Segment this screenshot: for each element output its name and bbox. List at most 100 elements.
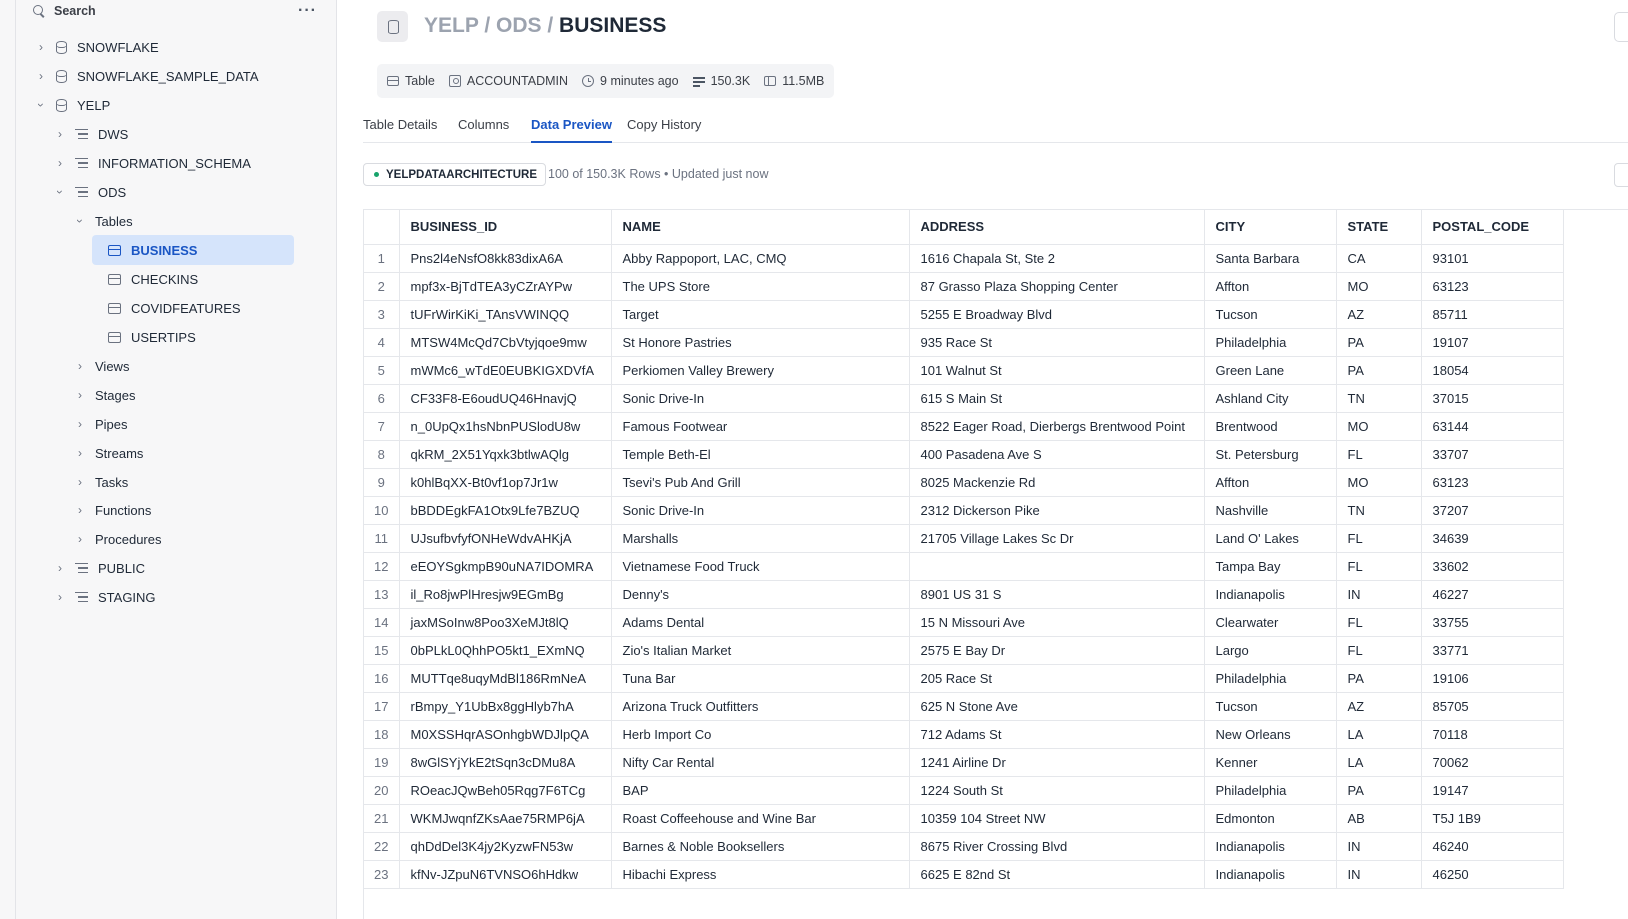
table-cell[interactable]: n_0UpQx1hsNbnPUSlodU8w bbox=[399, 412, 612, 441]
breadcrumb-database[interactable]: YELP bbox=[424, 14, 478, 37]
table-cell[interactable]: AZ bbox=[1336, 692, 1422, 721]
table-cell[interactable]: Nifty Car Rental bbox=[611, 748, 910, 777]
chevron-right-icon[interactable]: › bbox=[75, 359, 85, 373]
table-cell[interactable]: M0XSSHqrASOnhgbWDJlpQA bbox=[399, 720, 612, 749]
table-row[interactable]: 19 8wGlSYjYkE2tSqn3cDMu8A Nifty Car Rental… bbox=[364, 748, 1564, 777]
column-header[interactable]: NAME bbox=[611, 210, 910, 245]
breadcrumb-schema[interactable]: ODS bbox=[496, 14, 542, 37]
chevron-down-icon[interactable]: › bbox=[53, 187, 67, 197]
table-cell[interactable]: Ashland City bbox=[1204, 384, 1337, 413]
table-row[interactable]: 5 mWMc6_wTdE0EUBKIGXDVfA Perkiomen Valley … bbox=[364, 356, 1564, 385]
tree-db-snowflake-sample-data[interactable]: › SNOWFLAKE_SAMPLE_DATA bbox=[36, 61, 259, 91]
table-cell[interactable]: 205 Race St bbox=[909, 664, 1205, 693]
table-cell[interactable]: Tampa Bay bbox=[1204, 552, 1337, 581]
table-cell[interactable]: 70118 bbox=[1421, 720, 1564, 749]
tree-group-streams[interactable]: › Streams bbox=[75, 438, 143, 468]
table-cell[interactable]: kfNv-JZpuN6TVNSO6hHdkw bbox=[399, 860, 612, 889]
table-cell[interactable]: MO bbox=[1336, 412, 1422, 441]
table-row[interactable]: 3 tUFrWirKiKi_TAnsVWINQQ Target 5255 E Broa… bbox=[364, 300, 1564, 329]
table-cell[interactable]: 21705 Village Lakes Sc Dr bbox=[909, 524, 1205, 553]
table-cell[interactable] bbox=[909, 552, 1205, 581]
table-row[interactable]: 12 eEOYSgkmpB90uNA7IDOMRA Vietnamese Food … bbox=[364, 552, 1564, 581]
table-cell[interactable]: 85705 bbox=[1421, 692, 1564, 721]
table-cell[interactable]: 615 S Main St bbox=[909, 384, 1205, 413]
table-cell[interactable]: Temple Beth-El bbox=[611, 440, 910, 469]
table-cell[interactable]: CA bbox=[1336, 244, 1422, 273]
table-cell[interactable]: Land O' Lakes bbox=[1204, 524, 1337, 553]
tree-schema-public[interactable]: › PUBLIC bbox=[55, 553, 145, 583]
table-cell[interactable]: PA bbox=[1336, 328, 1422, 357]
table-cell[interactable]: Barnes & Noble Booksellers bbox=[611, 832, 910, 861]
table-cell[interactable]: 33602 bbox=[1421, 552, 1564, 581]
table-cell[interactable]: 33771 bbox=[1421, 636, 1564, 665]
table-cell[interactable]: 8675 River Crossing Blvd bbox=[909, 832, 1205, 861]
table-cell[interactable]: Kenner bbox=[1204, 748, 1337, 777]
table-cell[interactable]: T5J 1B9 bbox=[1421, 804, 1564, 833]
table-cell[interactable]: k0hlBqXX-Bt0vf1op7Jr1w bbox=[399, 468, 612, 497]
table-cell[interactable]: PA bbox=[1336, 664, 1422, 693]
chevron-right-icon[interactable]: › bbox=[75, 475, 85, 489]
table-row[interactable]: 1 Pns2l4eNsfO8kk83dixA6A Abby Rappoport, L… bbox=[364, 244, 1564, 273]
table-cell[interactable]: 46227 bbox=[1421, 580, 1564, 609]
table-cell[interactable]: Perkiomen Valley Brewery bbox=[611, 356, 910, 385]
tree-schema-staging[interactable]: › STAGING bbox=[55, 582, 156, 612]
table-cell[interactable]: Tucson bbox=[1204, 692, 1337, 721]
table-cell[interactable]: PA bbox=[1336, 356, 1422, 385]
table-cell[interactable]: 2575 E Bay Dr bbox=[909, 636, 1205, 665]
tree-table-covidfeatures[interactable]: COVIDFEATURES bbox=[108, 293, 241, 323]
table-cell[interactable]: Zio's Italian Market bbox=[611, 636, 910, 665]
column-header[interactable]: ADDRESS bbox=[909, 210, 1205, 245]
table-cell[interactable]: 18054 bbox=[1421, 356, 1564, 385]
table-cell[interactable]: Largo bbox=[1204, 636, 1337, 665]
table-cell[interactable]: Affton bbox=[1204, 272, 1337, 301]
table-cell[interactable]: 63144 bbox=[1421, 412, 1564, 441]
table-cell[interactable]: IN bbox=[1336, 832, 1422, 861]
preview-options-button[interactable] bbox=[1614, 163, 1628, 187]
table-row[interactable]: 17 rBmpy_Y1UbBx8ggHlyb7hA Arizona Truck Ou… bbox=[364, 692, 1564, 721]
table-cell[interactable]: Hibachi Express bbox=[611, 860, 910, 889]
table-cell[interactable]: St Honore Pastries bbox=[611, 328, 910, 357]
tab-table-details[interactable]: Table Details bbox=[363, 117, 437, 143]
tree-group-tasks[interactable]: › Tasks bbox=[75, 467, 128, 497]
column-header[interactable]: POSTAL_CODE bbox=[1421, 210, 1564, 245]
table-cell[interactable]: 935 Race St bbox=[909, 328, 1205, 357]
table-cell[interactable]: tUFrWirKiKi_TAnsVWINQQ bbox=[399, 300, 612, 329]
table-cell[interactable]: Tuna Bar bbox=[611, 664, 910, 693]
tab-columns[interactable]: Columns bbox=[458, 117, 509, 143]
table-cell[interactable]: Brentwood bbox=[1204, 412, 1337, 441]
chevron-right-icon[interactable]: › bbox=[55, 127, 65, 141]
table-row[interactable]: 2 mpf3x-BjTdTEA3yCZrAYPw The UPS Store 87 G… bbox=[364, 272, 1564, 301]
table-cell[interactable]: Sonic Drive-In bbox=[611, 384, 910, 413]
table-cell[interactable]: qkRM_2X51Yqxk3btlwAQlg bbox=[399, 440, 612, 469]
tab-copy-history[interactable]: Copy History bbox=[627, 117, 701, 143]
column-header[interactable]: BUSINESS_ID bbox=[399, 210, 612, 245]
table-cell[interactable]: 46250 bbox=[1421, 860, 1564, 889]
table-cell[interactable]: MTSW4McQd7CbVtyjqoe9mw bbox=[399, 328, 612, 357]
tree-group-functions[interactable]: › Functions bbox=[75, 495, 151, 525]
table-row[interactable]: 18 M0XSSHqrASOnhgbWDJlpQA Herb Import Co 71… bbox=[364, 720, 1564, 749]
table-cell[interactable]: PA bbox=[1336, 776, 1422, 805]
table-cell[interactable]: 19106 bbox=[1421, 664, 1564, 693]
table-cell[interactable]: CF33F8-E6oudUQ46HnavjQ bbox=[399, 384, 612, 413]
warehouse-selector[interactable]: YELPDATAARCHITECTURE bbox=[363, 163, 546, 186]
table-cell[interactable]: 1224 South St bbox=[909, 776, 1205, 805]
tree-table-checkins[interactable]: CHECKINS bbox=[108, 264, 198, 294]
table-cell[interactable]: Denny's bbox=[611, 580, 910, 609]
table-cell[interactable]: mpf3x-BjTdTEA3yCZrAYPw bbox=[399, 272, 612, 301]
table-cell[interactable]: Herb Import Co bbox=[611, 720, 910, 749]
table-cell[interactable]: TN bbox=[1336, 384, 1422, 413]
table-row[interactable]: 16 MUTTqe8uqyMdBl186RmNeA Tuna Bar 205 Race… bbox=[364, 664, 1564, 693]
table-cell[interactable]: FL bbox=[1336, 552, 1422, 581]
table-cell[interactable]: 1241 Airline Dr bbox=[909, 748, 1205, 777]
table-cell[interactable]: IN bbox=[1336, 580, 1422, 609]
table-cell[interactable]: Indianapolis bbox=[1204, 860, 1337, 889]
chevron-right-icon[interactable]: › bbox=[36, 40, 46, 54]
tree-group-stages[interactable]: › Stages bbox=[75, 380, 135, 410]
table-cell[interactable]: LA bbox=[1336, 748, 1422, 777]
table-cell[interactable]: LA bbox=[1336, 720, 1422, 749]
table-cell[interactable]: Vietnamese Food Truck bbox=[611, 552, 910, 581]
table-cell[interactable]: MO bbox=[1336, 468, 1422, 497]
table-cell[interactable]: 34639 bbox=[1421, 524, 1564, 553]
table-cell[interactable]: AZ bbox=[1336, 300, 1422, 329]
table-cell[interactable]: 712 Adams St bbox=[909, 720, 1205, 749]
